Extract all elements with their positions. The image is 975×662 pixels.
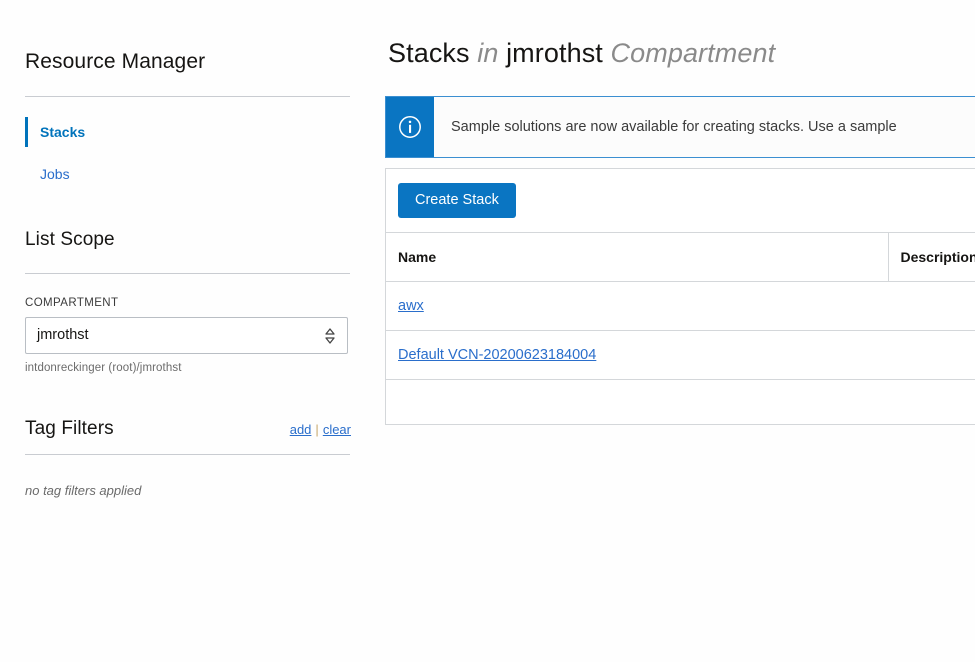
tag-filters-title: Tag Filters — [25, 418, 114, 439]
tag-filters-separator: | — [315, 422, 319, 437]
sidebar-title: Resource Manager — [25, 50, 206, 73]
tag-filters-header: Tag Filters add | clear — [25, 374, 351, 440]
page-title-in-word: in — [477, 38, 499, 68]
cell-name: Default VCN-20200623184004 — [386, 330, 888, 380]
tag-filters-empty-message: no tag filters applied — [25, 483, 142, 498]
compartment-select-value: jmrothst — [37, 327, 89, 343]
table-row[interactable]: awx — [386, 281, 975, 331]
list-scope-divider — [25, 273, 350, 274]
table-header-row: Name Description — [386, 233, 975, 282]
list-scope-title: List Scope — [25, 229, 115, 250]
sidebar-item-jobs-label: Jobs — [40, 166, 70, 182]
stacks-toolbar: Create Stack — [386, 169, 975, 233]
tag-filters-actions: add | clear — [290, 422, 351, 437]
cell-description — [888, 330, 975, 380]
info-banner-icon-cell — [386, 97, 434, 157]
info-circle-icon — [399, 116, 421, 138]
cell-description — [888, 281, 975, 331]
compartment-path: intdonreckinger (root)/jmrothst — [25, 362, 182, 374]
stacks-table-body: awx Default VCN-20200623184004 — [386, 281, 975, 380]
page-title-compartment: jmrothst — [506, 38, 603, 68]
main-content: Stacks in jmrothst Compartment Sample so… — [376, 0, 975, 662]
stacks-table: Name Description awx Default VCN-2020062… — [386, 233, 975, 380]
table-footer — [386, 380, 975, 424]
compartment-select[interactable]: jmrothst — [25, 317, 348, 354]
stack-link[interactable]: Default VCN-20200623184004 — [398, 347, 596, 363]
cell-name: awx — [386, 281, 888, 331]
resource-manager-page: Resource Manager Stacks Jobs List Scope … — [0, 0, 975, 662]
stack-link[interactable]: awx — [398, 298, 424, 314]
sidebar-item-jobs[interactable]: Jobs — [25, 153, 351, 195]
page-title-prefix: Stacks — [388, 38, 470, 68]
sidebar-nav: Stacks Jobs — [25, 111, 351, 195]
sidebar: Resource Manager Stacks Jobs List Scope … — [0, 0, 376, 662]
sidebar-item-stacks[interactable]: Stacks — [25, 111, 351, 153]
column-header-description[interactable]: Description — [888, 233, 975, 282]
table-row[interactable]: Default VCN-20200623184004 — [386, 330, 975, 380]
info-banner-message: Sample solutions are now available for c… — [451, 119, 897, 135]
compartment-label: COMPARTMENT — [25, 297, 119, 309]
page-title-suffix: Compartment — [610, 38, 776, 68]
column-header-name[interactable]: Name — [386, 233, 889, 282]
stacks-table-head: Name Description — [386, 233, 975, 282]
tag-filters-add-link[interactable]: add — [290, 422, 312, 437]
sidebar-item-stacks-label: Stacks — [40, 124, 86, 140]
create-stack-button[interactable]: Create Stack — [398, 183, 516, 218]
info-banner: Sample solutions are now available for c… — [385, 96, 975, 158]
tag-filters-divider — [25, 454, 350, 455]
page-title: Stacks in jmrothst Compartment — [376, 0, 975, 69]
tag-filters-clear-link[interactable]: clear — [323, 422, 351, 437]
stacks-panel: Create Stack Name Description awx Defaul… — [385, 168, 975, 425]
chevron-up-down-icon — [325, 327, 335, 344]
